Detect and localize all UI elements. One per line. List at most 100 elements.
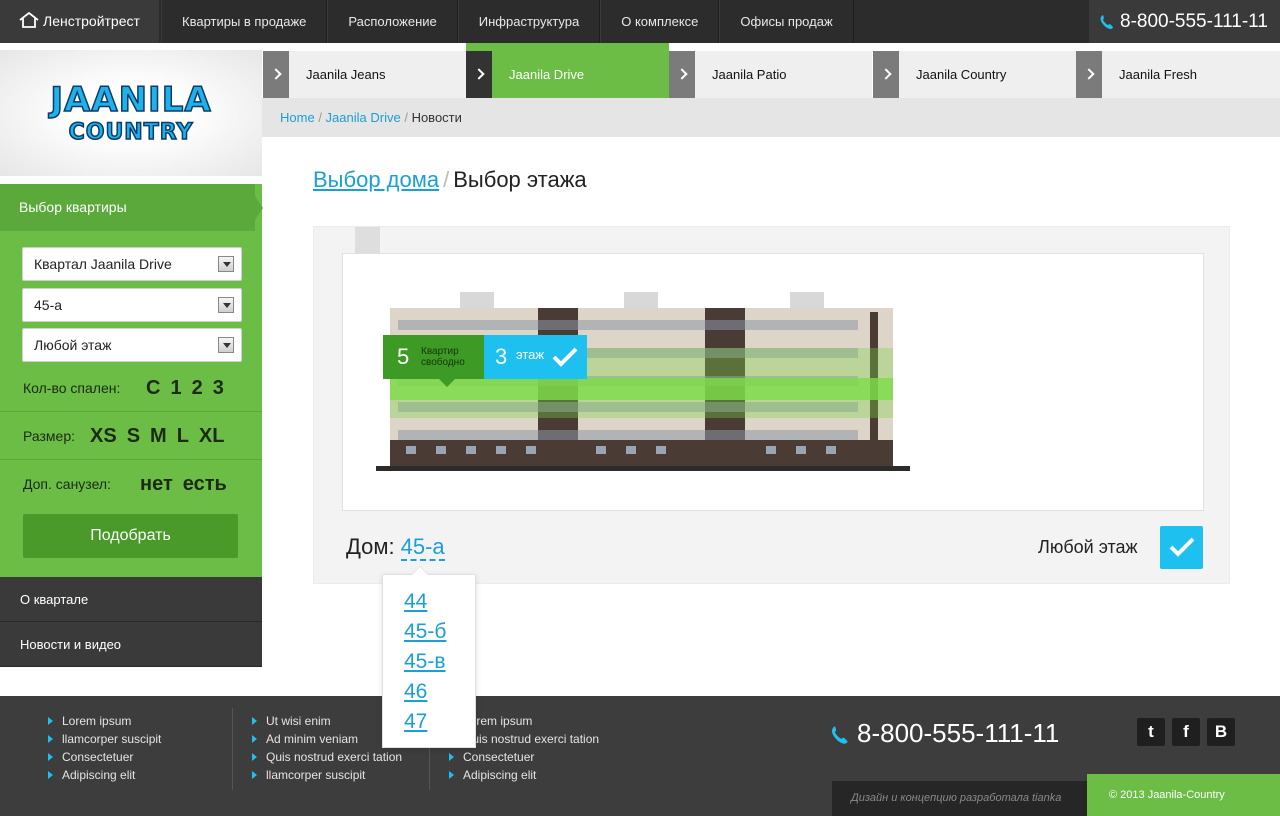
size-option-xs[interactable]: XS (90, 412, 117, 460)
design-credit[interactable]: Дизайн и концепцию разработала tianka (832, 781, 1087, 816)
home-icon (19, 12, 39, 28)
choose-house-link[interactable]: Выбор дома (313, 167, 439, 192)
bathroom-option-yes[interactable]: есть (183, 460, 227, 508)
house-dropdown-toggle[interactable]: 45-а (400, 534, 445, 561)
selected-floor-badge[interactable]: 3 этаж (484, 335, 587, 379)
house-option-45b[interactable]: 45-б (404, 620, 446, 644)
nav-item-about[interactable]: О комплексе (600, 0, 720, 43)
tab-label: Jaanila Fresh (1119, 67, 1198, 82)
tab-label: Jaanila Jeans (306, 67, 386, 82)
tab-jaanila-fresh[interactable]: Jaanila Fresh (1076, 51, 1280, 98)
tab-jaanila-jeans[interactable]: Jaanila Jeans (263, 51, 466, 98)
house-option-45v[interactable]: 45-в (404, 650, 446, 674)
check-icon (1169, 537, 1195, 557)
building-illustration[interactable] (376, 290, 912, 474)
footer-column-1: Lorem ipsum llamcorper suscipit Consecte… (48, 712, 161, 784)
copyright: © 2013 Jaanila-Country (1087, 774, 1280, 816)
submit-filter-button[interactable]: Подобрать (23, 514, 238, 558)
free-apartments-tooltip: 5 Квартир свободно (383, 335, 484, 387)
footer-link[interactable]: Consectetuer (48, 748, 161, 766)
footer-link[interactable]: Quis nostrud exerci tation (252, 748, 402, 766)
top-nav: Ленстройтрест Квартиры в продаже Располо… (0, 0, 1280, 43)
footer-link[interactable]: Ad minim veniam (252, 730, 402, 748)
choose-floor-title: Выбор этажа (453, 167, 587, 192)
footer-phone[interactable]: 8-800-555-111-11 (831, 718, 1059, 749)
breadcrumb-parent[interactable]: Jaanila Drive (326, 110, 401, 125)
house-dropdown-menu: 44 45-б 45-в 46 47 (382, 566, 476, 748)
apartment-filter-panel: Выбор квартиры Квартал Jaanila Drive 45-… (0, 184, 263, 577)
bathroom-options: нет есть (140, 460, 237, 508)
floor-select[interactable]: Любой этаж (22, 328, 242, 362)
twitter-icon[interactable]: t (1137, 718, 1165, 746)
footer-divider (232, 708, 233, 790)
bedrooms-option-studio[interactable]: С (146, 364, 160, 412)
nav-item-location[interactable]: Расположение (327, 0, 458, 43)
phone-icon (1100, 15, 1113, 29)
tab-jaanila-country[interactable]: Jaanila Country (873, 51, 1076, 98)
footer-link[interactable]: Adipiscing elit (48, 766, 161, 784)
brand-link[interactable]: Ленстройтрест (0, 0, 159, 43)
footer-column-2: Ut wisi enim Ad minim veniam Quis nostru… (252, 712, 402, 784)
footer-link[interactable]: Ut wisi enim (252, 712, 402, 730)
header-phone[interactable]: 8-800-555-111-11 (1089, 0, 1280, 43)
building-tabs: Jaanila Jeans Jaanila Drive Jaanila Pati… (262, 43, 1280, 98)
footer-phone-number: 8-800-555-111-11 (857, 718, 1060, 748)
footer-link[interactable]: Consectetuer (449, 748, 599, 766)
phone-icon (832, 726, 848, 744)
nav-item-sales-offices[interactable]: Офисы продаж (719, 0, 854, 43)
house-option-44[interactable]: 44 (404, 590, 427, 614)
bathroom-option-no[interactable]: нет (140, 460, 173, 508)
house-select[interactable]: 45-а (22, 288, 242, 322)
tab-label: Jaanila Patio (712, 67, 787, 82)
tab-jaanila-drive[interactable]: Jaanila Drive (466, 43, 669, 98)
site-logo[interactable]: JAANILA COUNTRY (0, 50, 262, 176)
chevron-right-icon (466, 51, 492, 98)
sidebar-link-about-district[interactable]: О квартале (0, 577, 262, 622)
size-option-l[interactable]: L (177, 412, 189, 460)
district-select[interactable]: Квартал Jaanila Drive (22, 247, 242, 281)
bathroom-label: Доп. санузел: (23, 476, 111, 492)
size-label: Размер: (23, 428, 76, 444)
logo-line-1: JAANILA (50, 79, 212, 121)
breadcrumb-home[interactable]: Home (280, 110, 315, 125)
bathroom-filter: Доп. санузел: нет есть (0, 460, 262, 508)
size-option-s[interactable]: S (127, 412, 140, 460)
footer-link[interactable]: llamcorper suscipit (252, 766, 402, 784)
footer-link[interactable]: llamcorper suscipit (48, 730, 161, 748)
floor-text: этаж (516, 347, 545, 362)
logo-line-2: COUNTRY (68, 119, 194, 146)
brand-name: Ленстройтрест (43, 13, 140, 29)
size-option-m[interactable]: M (150, 412, 167, 460)
tab-jaanila-patio[interactable]: Jaanila Patio (669, 51, 872, 98)
size-options: XS S M L XL (90, 412, 234, 460)
title-separator: / (443, 167, 450, 192)
bedrooms-filter: Кол-во спален: С 1 2 3 (0, 364, 262, 412)
house-option-46[interactable]: 46 (404, 680, 427, 704)
bedrooms-option-2[interactable]: 2 (192, 364, 203, 412)
facebook-icon[interactable]: f (1172, 718, 1200, 746)
nav-item-infrastructure[interactable]: Инфраструктура (457, 0, 601, 43)
house-option-47[interactable]: 47 (404, 710, 427, 734)
size-option-xl[interactable]: XL (199, 412, 225, 460)
chevron-down-icon (218, 256, 234, 272)
breadcrumb: Home / Jaanila Drive / Новости (262, 98, 1280, 137)
nav-menu: Квартиры в продаже Расположение Инфрастр… (161, 0, 854, 43)
bedrooms-option-3[interactable]: 3 (213, 364, 224, 412)
tab-label: Jaanila Country (916, 67, 1007, 82)
floor-number: 3 (495, 344, 508, 369)
footer-link[interactable]: Adipiscing elit (449, 766, 599, 784)
card-tab (355, 227, 380, 253)
footer-link[interactable]: Lorem ipsum (48, 712, 161, 730)
free-apartments-text: Квартир свободно (421, 346, 465, 368)
page-title: Выбор дома / Выбор этажа (313, 167, 587, 193)
logo-divider (0, 176, 262, 184)
any-floor-checkbox[interactable] (1160, 526, 1203, 569)
tab-label: Jaanila Drive (509, 67, 585, 82)
bedrooms-option-1[interactable]: 1 (170, 364, 181, 412)
sidebar-link-news[interactable]: Новости и видео (0, 622, 262, 667)
vkontakte-icon[interactable]: B (1207, 718, 1235, 746)
filter-panel-title: Выбор квартиры (0, 184, 263, 231)
size-filter: Размер: XS S M L XL (0, 412, 262, 460)
free-apartments-count: 5 (397, 344, 410, 369)
nav-item-apartments[interactable]: Квартиры в продаже (161, 0, 328, 43)
